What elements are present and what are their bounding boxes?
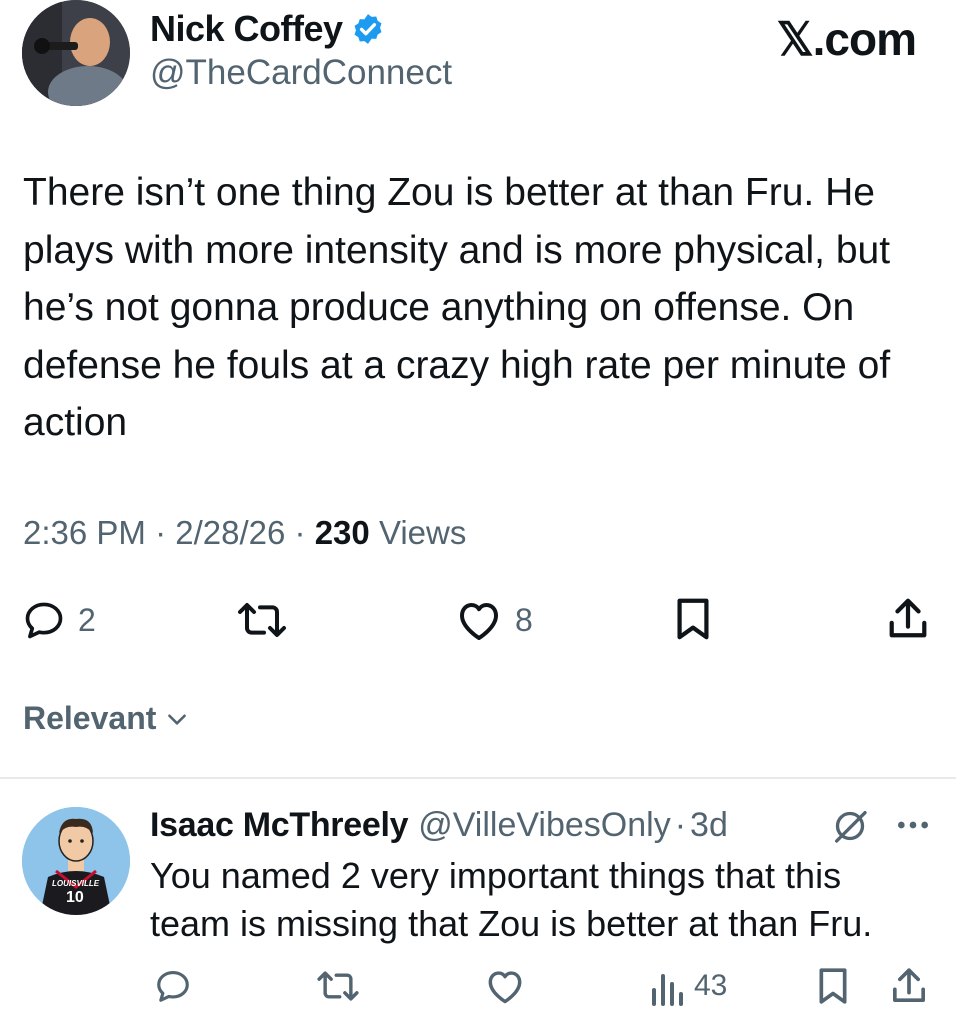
- reply-author-avatar[interactable]: LOUISVILLE 10: [22, 807, 130, 915]
- more-options-button[interactable]: [893, 810, 933, 845]
- reply-retweet-button[interactable]: [314, 967, 362, 1005]
- share-icon: [889, 598, 927, 638]
- reply-author-name[interactable]: Isaac McThreely: [150, 806, 409, 845]
- reply-bookmark-button[interactable]: [816, 966, 850, 1006]
- reply-reply-button[interactable]: [154, 967, 192, 1005]
- grok-icon: [835, 811, 867, 843]
- like-icon: [488, 971, 522, 1004]
- reply-button[interactable]: 2: [22, 598, 96, 642]
- reply-count: 2: [78, 601, 96, 638]
- retweet-icon: [317, 971, 359, 1001]
- reply-like-button[interactable]: [484, 967, 526, 1005]
- reply-text: You named 2 very important things that t…: [150, 855, 873, 944]
- reply-separator: ·: [674, 806, 687, 844]
- author-avatar[interactable]: [22, 0, 130, 106]
- like-icon: [460, 603, 498, 640]
- bookmark-icon: [819, 968, 847, 1004]
- reply-icon: [25, 602, 63, 639]
- views-icon: [652, 974, 683, 1006]
- verified-badge-icon: [354, 14, 382, 44]
- meta-separator: ·: [294, 514, 306, 551]
- jersey-number: 10: [66, 889, 84, 906]
- views-label: Views: [378, 514, 467, 551]
- views-count: 230: [314, 514, 370, 551]
- share-button[interactable]: [886, 596, 930, 642]
- reply-icon: [157, 970, 189, 1002]
- sort-label: Relevant: [23, 700, 157, 736]
- grok-button[interactable]: [830, 806, 870, 851]
- bookmark-button[interactable]: [673, 596, 713, 642]
- author-avatar-image: [22, 0, 130, 106]
- retweet-button[interactable]: [234, 598, 290, 642]
- author-name-row: Nick Coffey: [150, 8, 385, 50]
- bookmark-icon: [677, 598, 709, 640]
- sort-replies-dropdown[interactable]: Relevant: [23, 700, 190, 737]
- reply-author-handle[interactable]: @VilleVibesOnly: [418, 806, 671, 845]
- chevron-down-icon: [168, 713, 187, 725]
- tweet-meta: 2:36 PM · 2/28/26 · 230 Views: [23, 514, 466, 552]
- author-name[interactable]: Nick Coffey: [150, 8, 343, 50]
- tweet-date[interactable]: 2/28/26: [175, 514, 285, 551]
- tweet-text: There isn’t one thing Zou is better at t…: [23, 171, 891, 444]
- reply-views-count: 43: [694, 969, 728, 1002]
- reply-views-button[interactable]: 43: [650, 966, 727, 1006]
- like-count: 8: [515, 601, 533, 638]
- tweet-time[interactable]: 2:36 PM: [23, 514, 146, 551]
- reply-share-button[interactable]: [890, 966, 928, 1006]
- share-icon: [892, 968, 925, 1002]
- like-button[interactable]: 8: [455, 598, 533, 642]
- reply-author-row: Isaac McThreely @VilleVibesOnly · 3d: [150, 806, 728, 845]
- retweet-icon: [238, 603, 286, 637]
- more-icon: [898, 821, 928, 829]
- reply-age[interactable]: 3d: [690, 806, 728, 845]
- jersey-text: LOUISVILLE: [52, 879, 100, 888]
- author-handle[interactable]: @TheCardConnect: [150, 53, 452, 93]
- divider: [0, 777, 956, 779]
- meta-separator: ·: [155, 514, 167, 551]
- x-logo: 𝕏.com: [776, 13, 917, 65]
